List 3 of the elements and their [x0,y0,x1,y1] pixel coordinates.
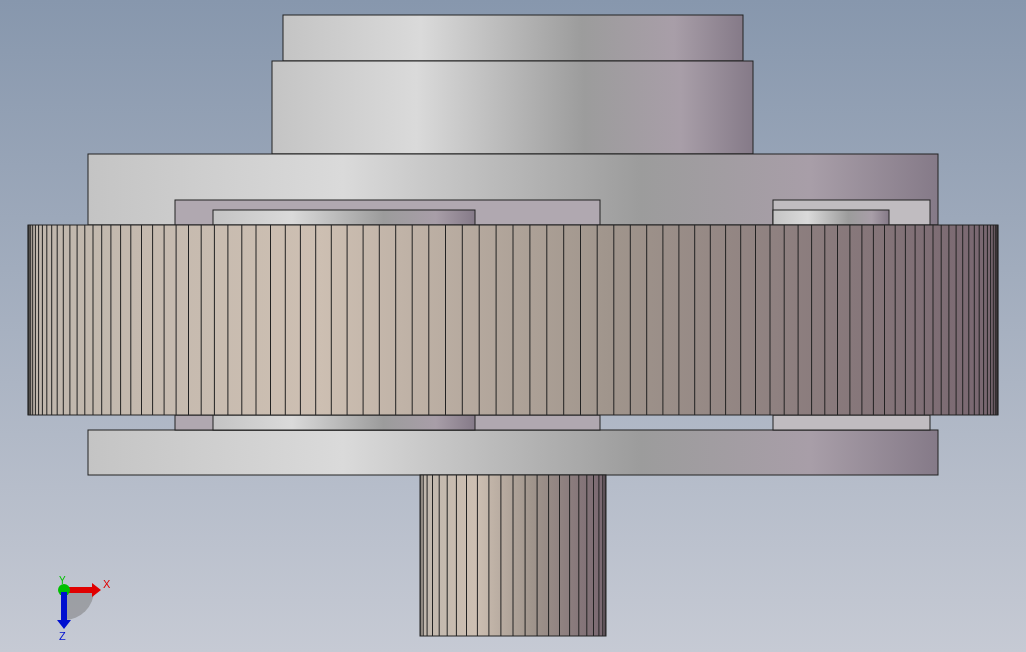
axis-label: Y [59,575,66,586]
axis-label: X [103,578,111,590]
axis-label: Z [59,630,66,642]
